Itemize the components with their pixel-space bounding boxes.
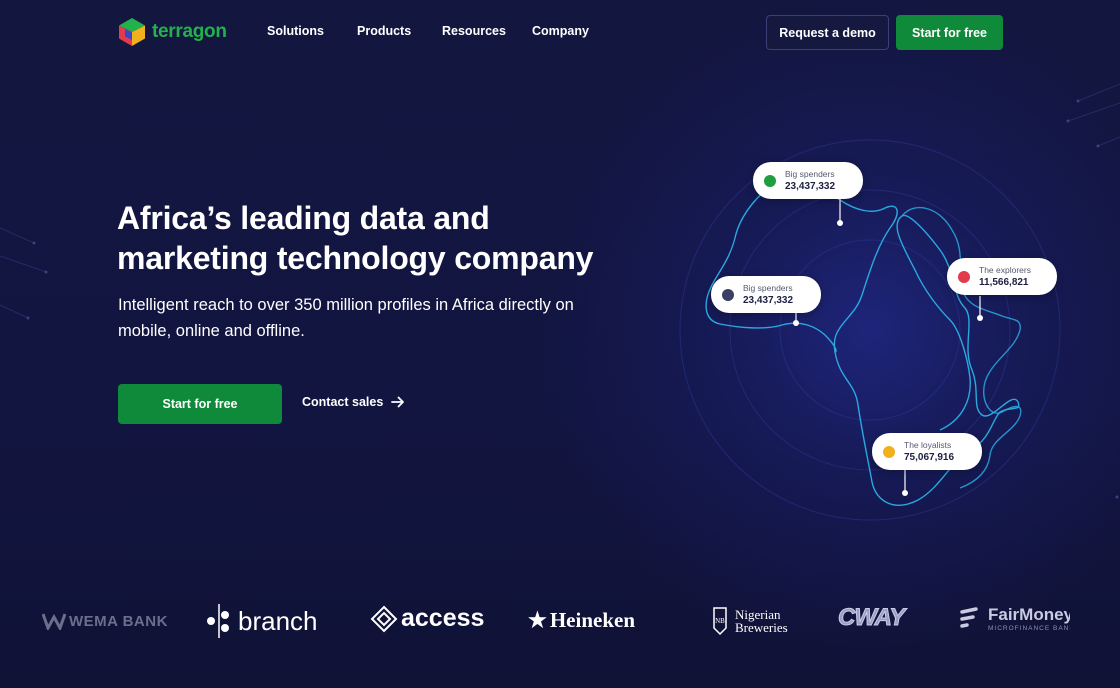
start-free-button[interactable]: Start for free	[118, 384, 282, 424]
wema-mark-icon	[42, 613, 66, 630]
logo-text: terragon	[152, 21, 227, 42]
callout-value: 23,437,332	[743, 295, 794, 306]
hero-subtitle: Intelligent reach to over 350 million pr…	[118, 292, 658, 344]
branch-mark-icon	[207, 604, 229, 638]
start-free-header-button[interactable]: Start for free	[896, 15, 1003, 50]
branch-text: branch	[238, 605, 318, 636]
fairmoney-logo: FairMoney MICROFINANCE BANK	[958, 605, 1070, 632]
status-dot-green	[764, 174, 776, 187]
star-icon: ★	[528, 608, 547, 632]
status-dot-red	[958, 270, 970, 283]
nav-solutions[interactable]: Solutions	[267, 24, 324, 38]
hero-title-line-1: Africa’s leading data and	[117, 200, 490, 236]
map-callout-loyalists[interactable]: The loyalists 75,067,916	[872, 433, 982, 470]
wema-bank-text: WEMA BANK	[69, 612, 168, 630]
callout-label: The explorers	[979, 265, 1031, 275]
heineken-text: Heineken	[549, 608, 635, 632]
callout-text: Big spenders 23,437,332	[785, 169, 835, 192]
branch-logo: branch	[206, 603, 318, 639]
status-dot-navy	[722, 288, 734, 301]
status-dot-yellow	[883, 445, 895, 458]
ng-text: Nigerian Breweries	[735, 608, 788, 634]
svg-text:NB: NB	[715, 617, 725, 625]
nb-crest-icon: NB	[713, 607, 727, 636]
access-mark-icon	[370, 605, 398, 632]
map-callout-big-spenders-top[interactable]: Big spenders 23,437,332	[753, 162, 863, 199]
nav-resources[interactable]: Resources	[442, 24, 506, 38]
africa-map	[679, 139, 1061, 521]
callout-value: 75,067,916	[904, 452, 955, 463]
contact-sales-link[interactable]: Contact sales	[302, 395, 405, 409]
cway-text: CWAY	[837, 604, 905, 632]
terragon-logo-icon	[119, 18, 145, 46]
fair-text: FairMoney MICROFINANCE BANK	[988, 605, 1070, 632]
callout-label: The loyalists	[904, 440, 952, 450]
nav-company[interactable]: Company	[532, 24, 589, 38]
hero-subtitle-line-2: mobile, online and offline.	[118, 322, 305, 340]
ng-text-line-2: Breweries	[735, 620, 788, 635]
arrow-right-icon	[391, 396, 405, 408]
hero-title: Africa’s leading data and marketing tech…	[117, 198, 657, 278]
map-callout-big-spenders-left[interactable]: Big spenders 23,437,332	[711, 276, 821, 313]
cway-logo: CWAY	[837, 604, 905, 632]
callout-label: Big spenders	[743, 283, 793, 293]
callout-value: 11,566,821	[979, 277, 1029, 288]
contact-sales-label: Contact sales	[302, 395, 384, 409]
hero-title-line-2: marketing technology company	[117, 240, 594, 276]
callout-text: The loyalists 75,067,916	[904, 440, 954, 463]
access-text: access	[401, 604, 485, 632]
callout-value: 23,437,332	[785, 181, 836, 192]
access-bank-logo: access	[370, 604, 484, 633]
hero-subtitle-line-1: Intelligent reach to over 350 million pr…	[118, 296, 574, 314]
nav-products[interactable]: Products	[357, 24, 411, 38]
map-callout-explorers[interactable]: The explorers 11,566,821	[947, 258, 1057, 295]
callout-text: The explorers 11,566,821	[979, 265, 1031, 288]
request-demo-button[interactable]: Request a demo	[766, 15, 889, 50]
fair-name: FairMoney	[988, 605, 1070, 624]
callout-label: Big spenders	[785, 169, 835, 179]
fairmoney-mark-icon	[960, 606, 978, 628]
nigerian-breweries-logo: NB Nigerian Breweries	[712, 606, 788, 636]
wema-bank-logo: WEMA BANK	[42, 612, 168, 630]
heineken-logo: ★ Heineken	[528, 608, 635, 633]
brand-logo[interactable]: terragon	[117, 17, 227, 47]
page: terragon Solutions Products Resources Co…	[0, 0, 1120, 688]
callout-text: Big spenders 23,437,332	[743, 283, 793, 306]
fair-sub: MICROFINANCE BANK	[988, 625, 1070, 632]
